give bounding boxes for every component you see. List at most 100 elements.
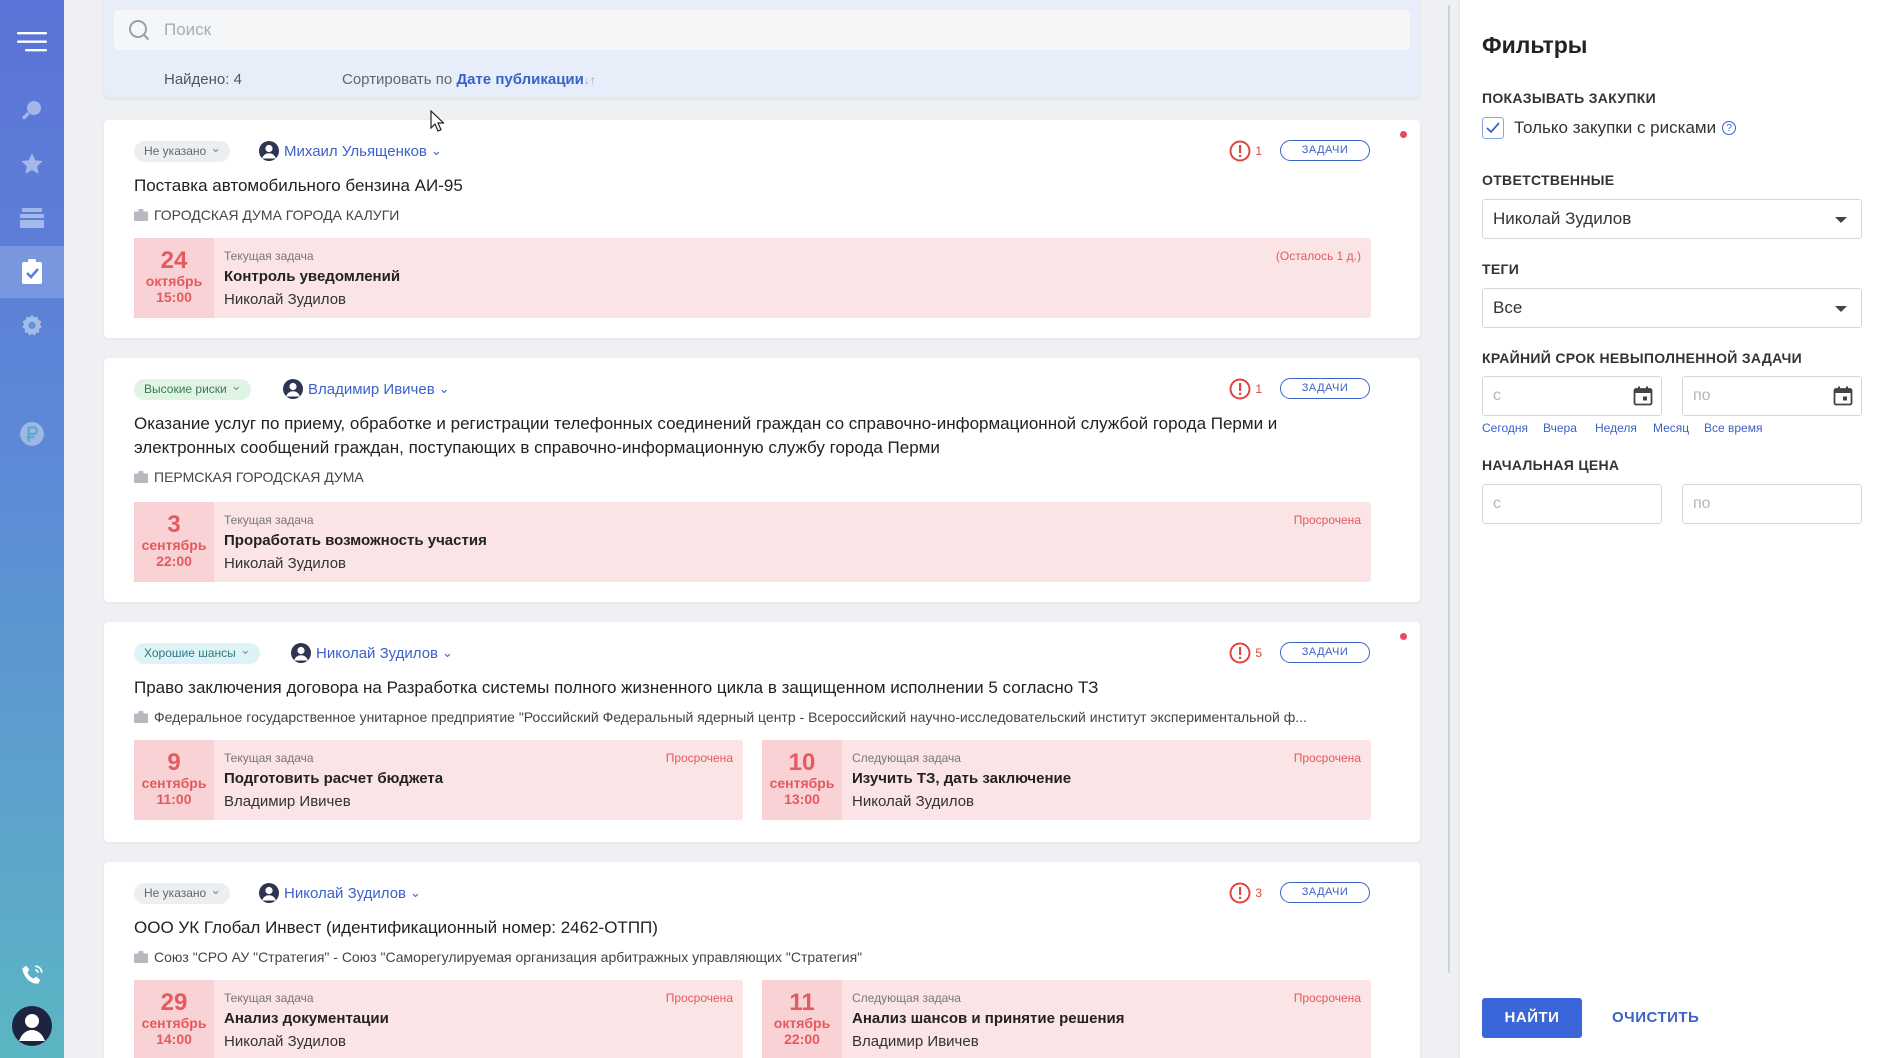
risk-alert[interactable]: 1 [1229, 378, 1262, 400]
task-status: Просрочена [1293, 751, 1361, 765]
tasks-button[interactable]: ЗАДАЧИ [1280, 642, 1370, 663]
responsible-person[interactable]: Владимир Ивичев ⌄ [282, 378, 450, 400]
responsible-person[interactable]: Николай Зудилов ⌄ [258, 882, 421, 904]
task-block[interactable]: 3 сентябрь 22:00 Текущая задача Проработ… [134, 502, 1371, 582]
user-icon [259, 141, 279, 161]
task-time: 15:00 [156, 289, 192, 305]
ruble-icon[interactable] [0, 408, 64, 460]
procurement-list: Поиск Найдено: 4 Сортировать по Дате пуб… [64, 0, 1450, 1058]
task-block[interactable]: 11 октябрь 22:00 Следующая задача Анализ… [762, 980, 1371, 1058]
tasks-button[interactable]: ЗАДАЧИ [1280, 140, 1370, 161]
star-icon[interactable] [0, 138, 64, 190]
procurement-title[interactable]: Оказание услуг по приему, обработке и ре… [134, 412, 1364, 460]
quick-yesterday[interactable]: Вчера [1543, 421, 1577, 435]
search-icon[interactable] [0, 84, 64, 136]
task-status: Просрочена [665, 991, 733, 1005]
risk-only-checkbox[interactable] [1482, 117, 1504, 139]
price-to-field[interactable]: по [1682, 484, 1862, 524]
filter-title: Фильтры [1482, 32, 1588, 58]
briefcase-icon [134, 711, 148, 723]
task-type: Следующая задача [852, 991, 961, 1005]
task-block[interactable]: 9 сентябрь 11:00 Текущая задача Подготов… [134, 740, 743, 820]
deadline-from-field[interactable]: с [1482, 376, 1662, 416]
risk-alert[interactable]: 1 [1229, 140, 1262, 162]
task-month: октябрь [773, 1015, 831, 1031]
sort-direction-icon[interactable]: ↓↑ [584, 73, 596, 87]
task-block[interactable]: 10 сентябрь 13:00 Следующая задача Изучи… [762, 740, 1371, 820]
responsible-person[interactable]: Николай Зудилов ⌄ [290, 642, 453, 664]
responsible-select[interactable]: Николай Зудилов [1482, 199, 1862, 239]
task-block[interactable]: 29 сентябрь 14:00 Текущая задача Анализ … [134, 980, 743, 1058]
task-day: 10 [788, 749, 816, 776]
customer-org: Союз "СРО АУ "Стратегия" - Союз "Саморег… [134, 949, 862, 965]
risk-chip[interactable]: Не указано [134, 137, 231, 162]
deadline-to-placeholder: по [1693, 387, 1711, 404]
procurement-card[interactable]: Высокие риски Владимир Ивичев⌄ 1 ЗАДАЧИ … [104, 358, 1420, 602]
risk-only-label[interactable]: Только закупки с рисками ? [1514, 118, 1737, 138]
menu-icon[interactable] [0, 16, 64, 68]
show-procurements-label: ПОКАЗЫВАТЬ ЗАКУПКИ [1482, 90, 1656, 106]
customer-org: ПЕРМСКАЯ ГОРОДСКАЯ ДУМА [134, 469, 364, 485]
task-name: Контроль уведомлений [224, 268, 401, 285]
results-count: Найдено: 4 [164, 71, 242, 88]
start-price-label: НАЧАЛЬНАЯ ЦЕНА [1482, 457, 1620, 473]
search-input[interactable]: Поиск [114, 10, 1410, 50]
mouse-cursor-icon [430, 110, 444, 132]
risk-chip[interactable]: Высокие риски [134, 375, 251, 400]
exclamation-icon [1229, 882, 1251, 904]
quick-month[interactable]: Месяц [1653, 421, 1689, 435]
deadline-to-field[interactable]: по [1682, 376, 1862, 416]
responsible-label: ОТВЕТСТВЕННЫЕ [1482, 172, 1615, 188]
procurement-card[interactable]: Хорошие шансы Николай Зудилов⌄ 5 ЗАДАЧИ … [104, 622, 1420, 842]
help-icon[interactable]: ? [1722, 121, 1737, 135]
sort-field[interactable]: Дате публикации [456, 71, 583, 88]
task-name: Анализ документации [224, 1010, 389, 1027]
tags-select[interactable]: Все [1482, 288, 1862, 328]
search-placeholder: Поиск [164, 20, 212, 39]
calendar-icon[interactable] [1633, 386, 1653, 406]
gear-icon[interactable] [0, 300, 64, 352]
task-date: 11 октябрь 22:00 [762, 980, 842, 1058]
risk-alert[interactable]: 5 [1229, 642, 1262, 664]
task-block[interactable]: 24 октябрь 15:00 Текущая задача Контроль… [134, 238, 1371, 318]
find-button[interactable]: НАЙТИ [1482, 998, 1582, 1038]
person-name: Николай Зудилов [316, 644, 439, 662]
archive-icon[interactable] [0, 192, 64, 244]
tags-label: ТЕГИ [1482, 261, 1520, 277]
phone-icon[interactable] [0, 950, 64, 1002]
task-name: Подготовить расчет бюджета [224, 770, 444, 787]
task-month: сентябрь [141, 537, 207, 553]
quick-today[interactable]: Сегодня [1482, 421, 1528, 435]
tasks-button[interactable]: ЗАДАЧИ [1280, 378, 1370, 399]
task-type: Текущая задача [224, 513, 314, 527]
chevron-down-icon: ⌄ [430, 143, 442, 158]
task-type: Следующая задача [852, 751, 961, 765]
procurement-card[interactable]: Не указано Михаил Ульященков⌄ 1 ЗАДАЧИ П… [104, 120, 1420, 338]
quick-week[interactable]: Неделя [1595, 421, 1637, 435]
customer-org: ГОРОДСКАЯ ДУМА ГОРОДА КАЛУГИ [134, 207, 399, 223]
task-day: 24 [160, 247, 188, 274]
alert-count: 5 [1255, 646, 1262, 660]
task-status: Просрочена [1293, 513, 1361, 527]
procurement-title[interactable]: ООО УК Глобал Инвест (идентификационный … [134, 916, 1364, 940]
task-status: (Осталось 1 д.) [1275, 249, 1361, 263]
sort-control[interactable]: Сортировать по Дате публикации↓↑ [342, 71, 596, 88]
tasks-button[interactable]: ЗАДАЧИ [1280, 882, 1370, 903]
procurement-title[interactable]: Поставка автомобильного бензина АИ-95 [134, 174, 1364, 198]
risk-chip[interactable]: Хорошие шансы [134, 639, 260, 664]
list-scrollbar[interactable] [1448, 4, 1450, 974]
risk-alert[interactable]: 3 [1229, 882, 1262, 904]
avatar[interactable] [0, 1000, 64, 1052]
procurement-card[interactable]: Не указано Николай Зудилов⌄ 3 ЗАДАЧИ ООО… [104, 862, 1420, 1058]
risk-chip[interactable]: Не указано [134, 879, 231, 904]
sort-prefix: Сортировать по [342, 71, 453, 88]
clear-button[interactable]: ОЧИСТИТЬ [1612, 998, 1699, 1038]
tasks-icon[interactable] [0, 246, 64, 298]
org-name: ГОРОДСКАЯ ДУМА ГОРОДА КАЛУГИ [154, 207, 400, 223]
procurement-title[interactable]: Право заключения договора на Разработка … [134, 676, 1364, 700]
search-field-icon [129, 20, 150, 41]
price-from-field[interactable]: с [1482, 484, 1662, 524]
quick-all-time[interactable]: Все время [1704, 421, 1762, 435]
responsible-person[interactable]: Михаил Ульященков ⌄ [258, 140, 442, 162]
calendar-icon[interactable] [1833, 386, 1853, 406]
